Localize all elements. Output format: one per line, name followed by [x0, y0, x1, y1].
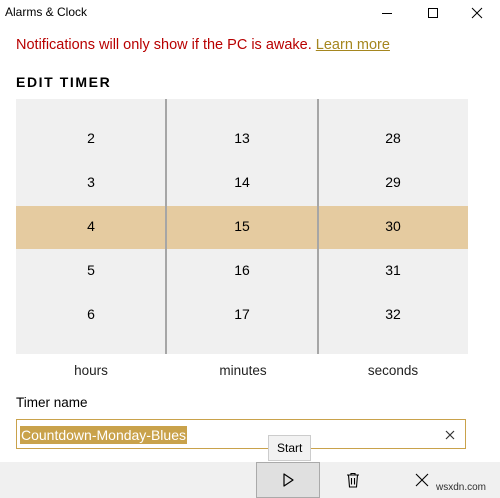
- seconds-option[interactable]: 31: [318, 261, 468, 279]
- minutes-label: minutes: [219, 363, 267, 378]
- hours-option[interactable]: 3: [16, 173, 166, 191]
- minutes-column[interactable]: 13 14 15 16 17: [167, 99, 317, 354]
- delete-button[interactable]: [321, 462, 385, 498]
- start-button[interactable]: [256, 462, 320, 498]
- timer-name-input[interactable]: Countdown-Monday-Blues: [16, 419, 466, 449]
- close-icon: [471, 7, 483, 19]
- hours-option[interactable]: 5: [16, 261, 166, 279]
- minimize-icon: [382, 13, 392, 14]
- minutes-option[interactable]: 17: [167, 305, 317, 323]
- notification-text: Notifications will only show if the PC i…: [16, 37, 312, 53]
- page-title: EDIT TIMER: [16, 74, 112, 90]
- learn-more-link[interactable]: Learn more: [316, 37, 390, 53]
- seconds-label: seconds: [367, 363, 419, 378]
- seconds-option[interactable]: 29: [318, 173, 468, 191]
- time-picker: 2 3 4 5 6 13 14 15 16 17 28 29 30 31 32: [16, 99, 468, 354]
- hours-option[interactable]: 6: [16, 305, 166, 323]
- seconds-option[interactable]: 32: [318, 305, 468, 323]
- seconds-selected[interactable]: 30: [318, 217, 468, 235]
- minimize-button[interactable]: [364, 0, 410, 26]
- minutes-option[interactable]: 14: [167, 173, 317, 191]
- close-button[interactable]: [454, 0, 500, 26]
- hours-column[interactable]: 2 3 4 5 6: [16, 99, 166, 354]
- timer-name-label: Timer name: [16, 395, 88, 410]
- hours-label: hours: [74, 363, 108, 378]
- seconds-column[interactable]: 28 29 30 31 32: [318, 99, 468, 354]
- trash-icon: [347, 472, 359, 488]
- timer-name-value[interactable]: Countdown-Monday-Blues: [20, 426, 187, 444]
- minutes-option[interactable]: 16: [167, 261, 317, 279]
- watermark: wsxdn.com: [436, 482, 487, 493]
- hours-selected[interactable]: 4: [16, 217, 166, 235]
- cancel-icon: [415, 473, 429, 487]
- play-icon: [283, 473, 294, 487]
- notification-warning: Notifications will only show if the PC i…: [16, 37, 390, 53]
- seconds-option[interactable]: 28: [318, 129, 468, 147]
- start-tooltip: Start: [268, 435, 312, 461]
- clear-input-button[interactable]: [441, 426, 459, 444]
- command-bar: [0, 462, 500, 498]
- maximize-button[interactable]: [410, 0, 456, 26]
- clear-icon: [445, 430, 455, 440]
- window-title: Alarms & Clock: [5, 5, 88, 19]
- maximize-icon: [428, 8, 438, 18]
- minutes-option[interactable]: 13: [167, 129, 317, 147]
- title-bar: Alarms & Clock: [0, 0, 500, 26]
- minutes-selected[interactable]: 15: [167, 217, 317, 235]
- hours-option[interactable]: 2: [16, 129, 166, 147]
